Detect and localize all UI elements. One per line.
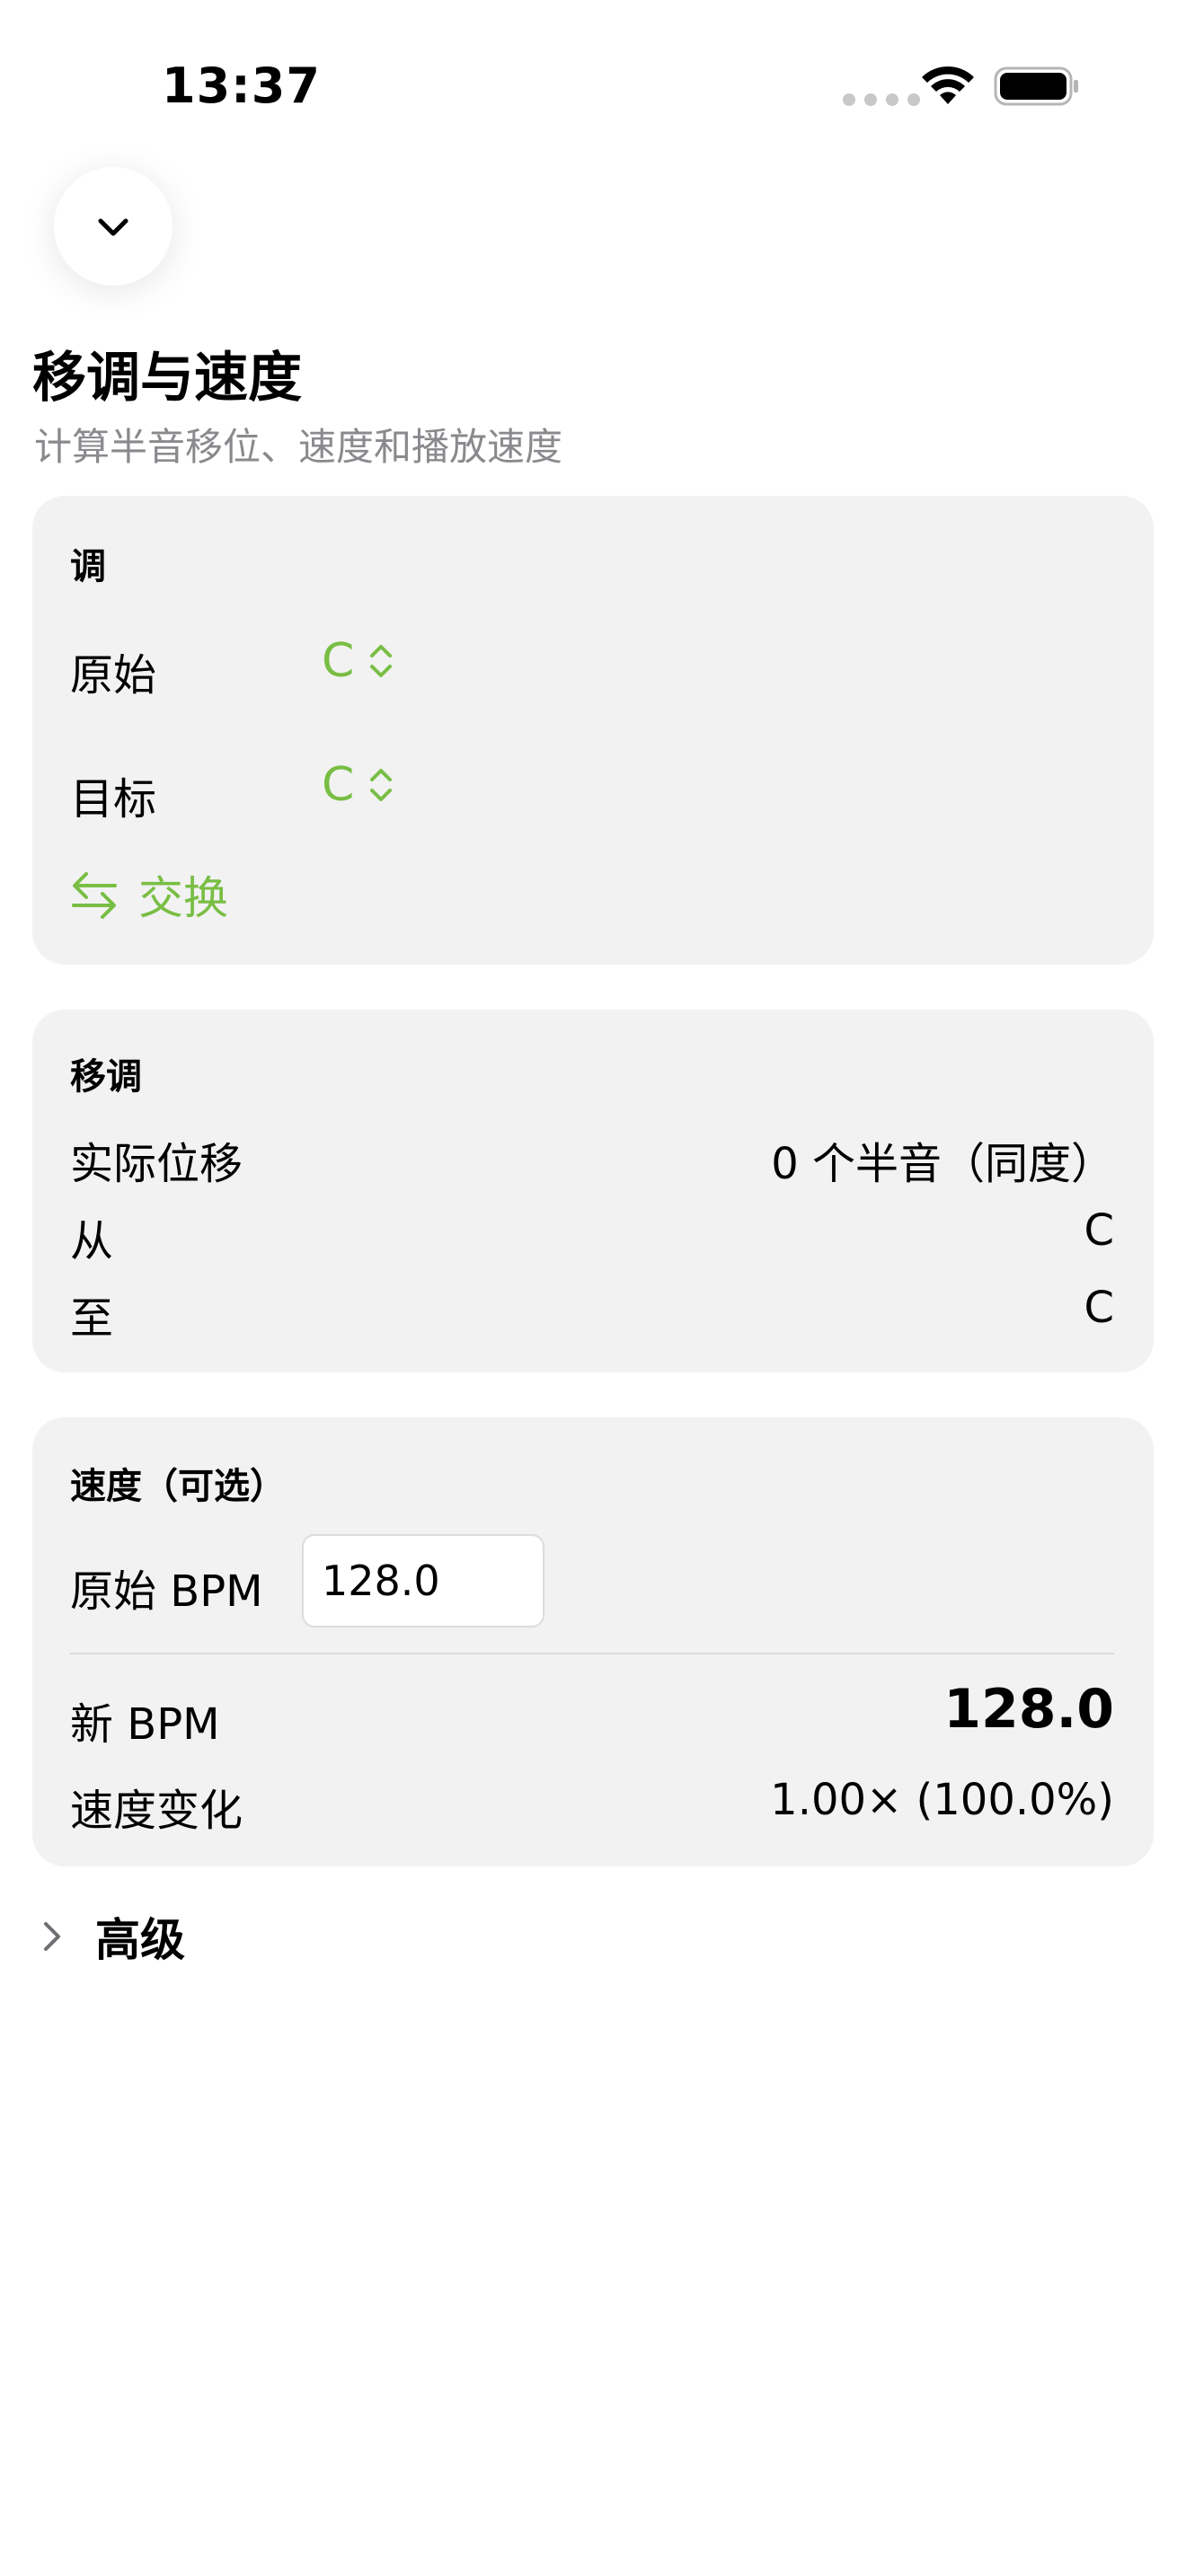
- transpose-tempo-screen: 13:37 移调与速度 计算半音移位、速度和播放速度 调 原始 C 目标 C 交…: [0, 0, 1186, 2576]
- from-key-value: C: [1084, 1205, 1114, 1256]
- original-key-label: 原始: [70, 650, 157, 701]
- target-key-label: 目标: [70, 774, 157, 825]
- chevron-up-down-icon: [370, 769, 393, 801]
- divider: [70, 1653, 1114, 1654]
- speed-change-value: 1.00× (100.0%): [770, 1775, 1114, 1825]
- signal-dots-icon: [843, 93, 920, 106]
- tempo-card: 速度（可选） 原始 BPM 新 BPM 128.0 速度变化 1.00× (10…: [32, 1417, 1154, 1866]
- swap-arrows-icon: [72, 872, 117, 919]
- transpose-section-heading: 移调: [70, 1056, 142, 1098]
- wifi-icon: [922, 66, 974, 104]
- speed-change-label: 速度变化: [70, 1786, 243, 1836]
- battery-icon: [994, 66, 1078, 106]
- transpose-card: 移调 实际位移 0 个半音（同度） 从 C 至 C: [32, 1010, 1154, 1372]
- original-key-value: C: [322, 634, 355, 688]
- collapse-button[interactable]: [54, 167, 173, 286]
- chevron-up-down-icon: [370, 645, 393, 677]
- from-key-label: 从: [70, 1216, 114, 1266]
- swap-button[interactable]: 交换: [70, 862, 228, 927]
- chevron-right-icon: [44, 1922, 60, 1951]
- actual-shift-value: 0 个半音（同度）: [771, 1139, 1114, 1189]
- original-key-picker[interactable]: C: [322, 634, 395, 688]
- to-key-label: 至: [70, 1293, 114, 1344]
- chevron-down-icon: [98, 218, 128, 236]
- original-bpm-input[interactable]: [302, 1534, 544, 1628]
- status-time: 13:37: [162, 57, 321, 114]
- page-title: 移调与速度: [32, 347, 302, 410]
- status-bar: 13:37: [0, 0, 1186, 171]
- page-subtitle: 计算半音移位、速度和播放速度: [34, 425, 563, 469]
- advanced-label: 高级: [95, 1914, 185, 1966]
- new-bpm-value: 128.0: [943, 1678, 1114, 1741]
- key-section-heading: 调: [70, 546, 106, 587]
- tempo-section-heading: 速度（可选）: [70, 1466, 286, 1507]
- actual-shift-label: 实际位移: [70, 1139, 243, 1189]
- original-bpm-label: 原始 BPM: [70, 1566, 263, 1617]
- new-bpm-label: 新 BPM: [70, 1699, 220, 1750]
- target-key-value: C: [322, 758, 355, 812]
- advanced-disclosure[interactable]: 高级: [40, 1904, 185, 1969]
- swap-label: 交换: [138, 872, 228, 924]
- key-card: 调 原始 C 目标 C 交换: [32, 496, 1154, 965]
- target-key-picker[interactable]: C: [322, 758, 395, 812]
- to-key-value: C: [1084, 1283, 1114, 1333]
